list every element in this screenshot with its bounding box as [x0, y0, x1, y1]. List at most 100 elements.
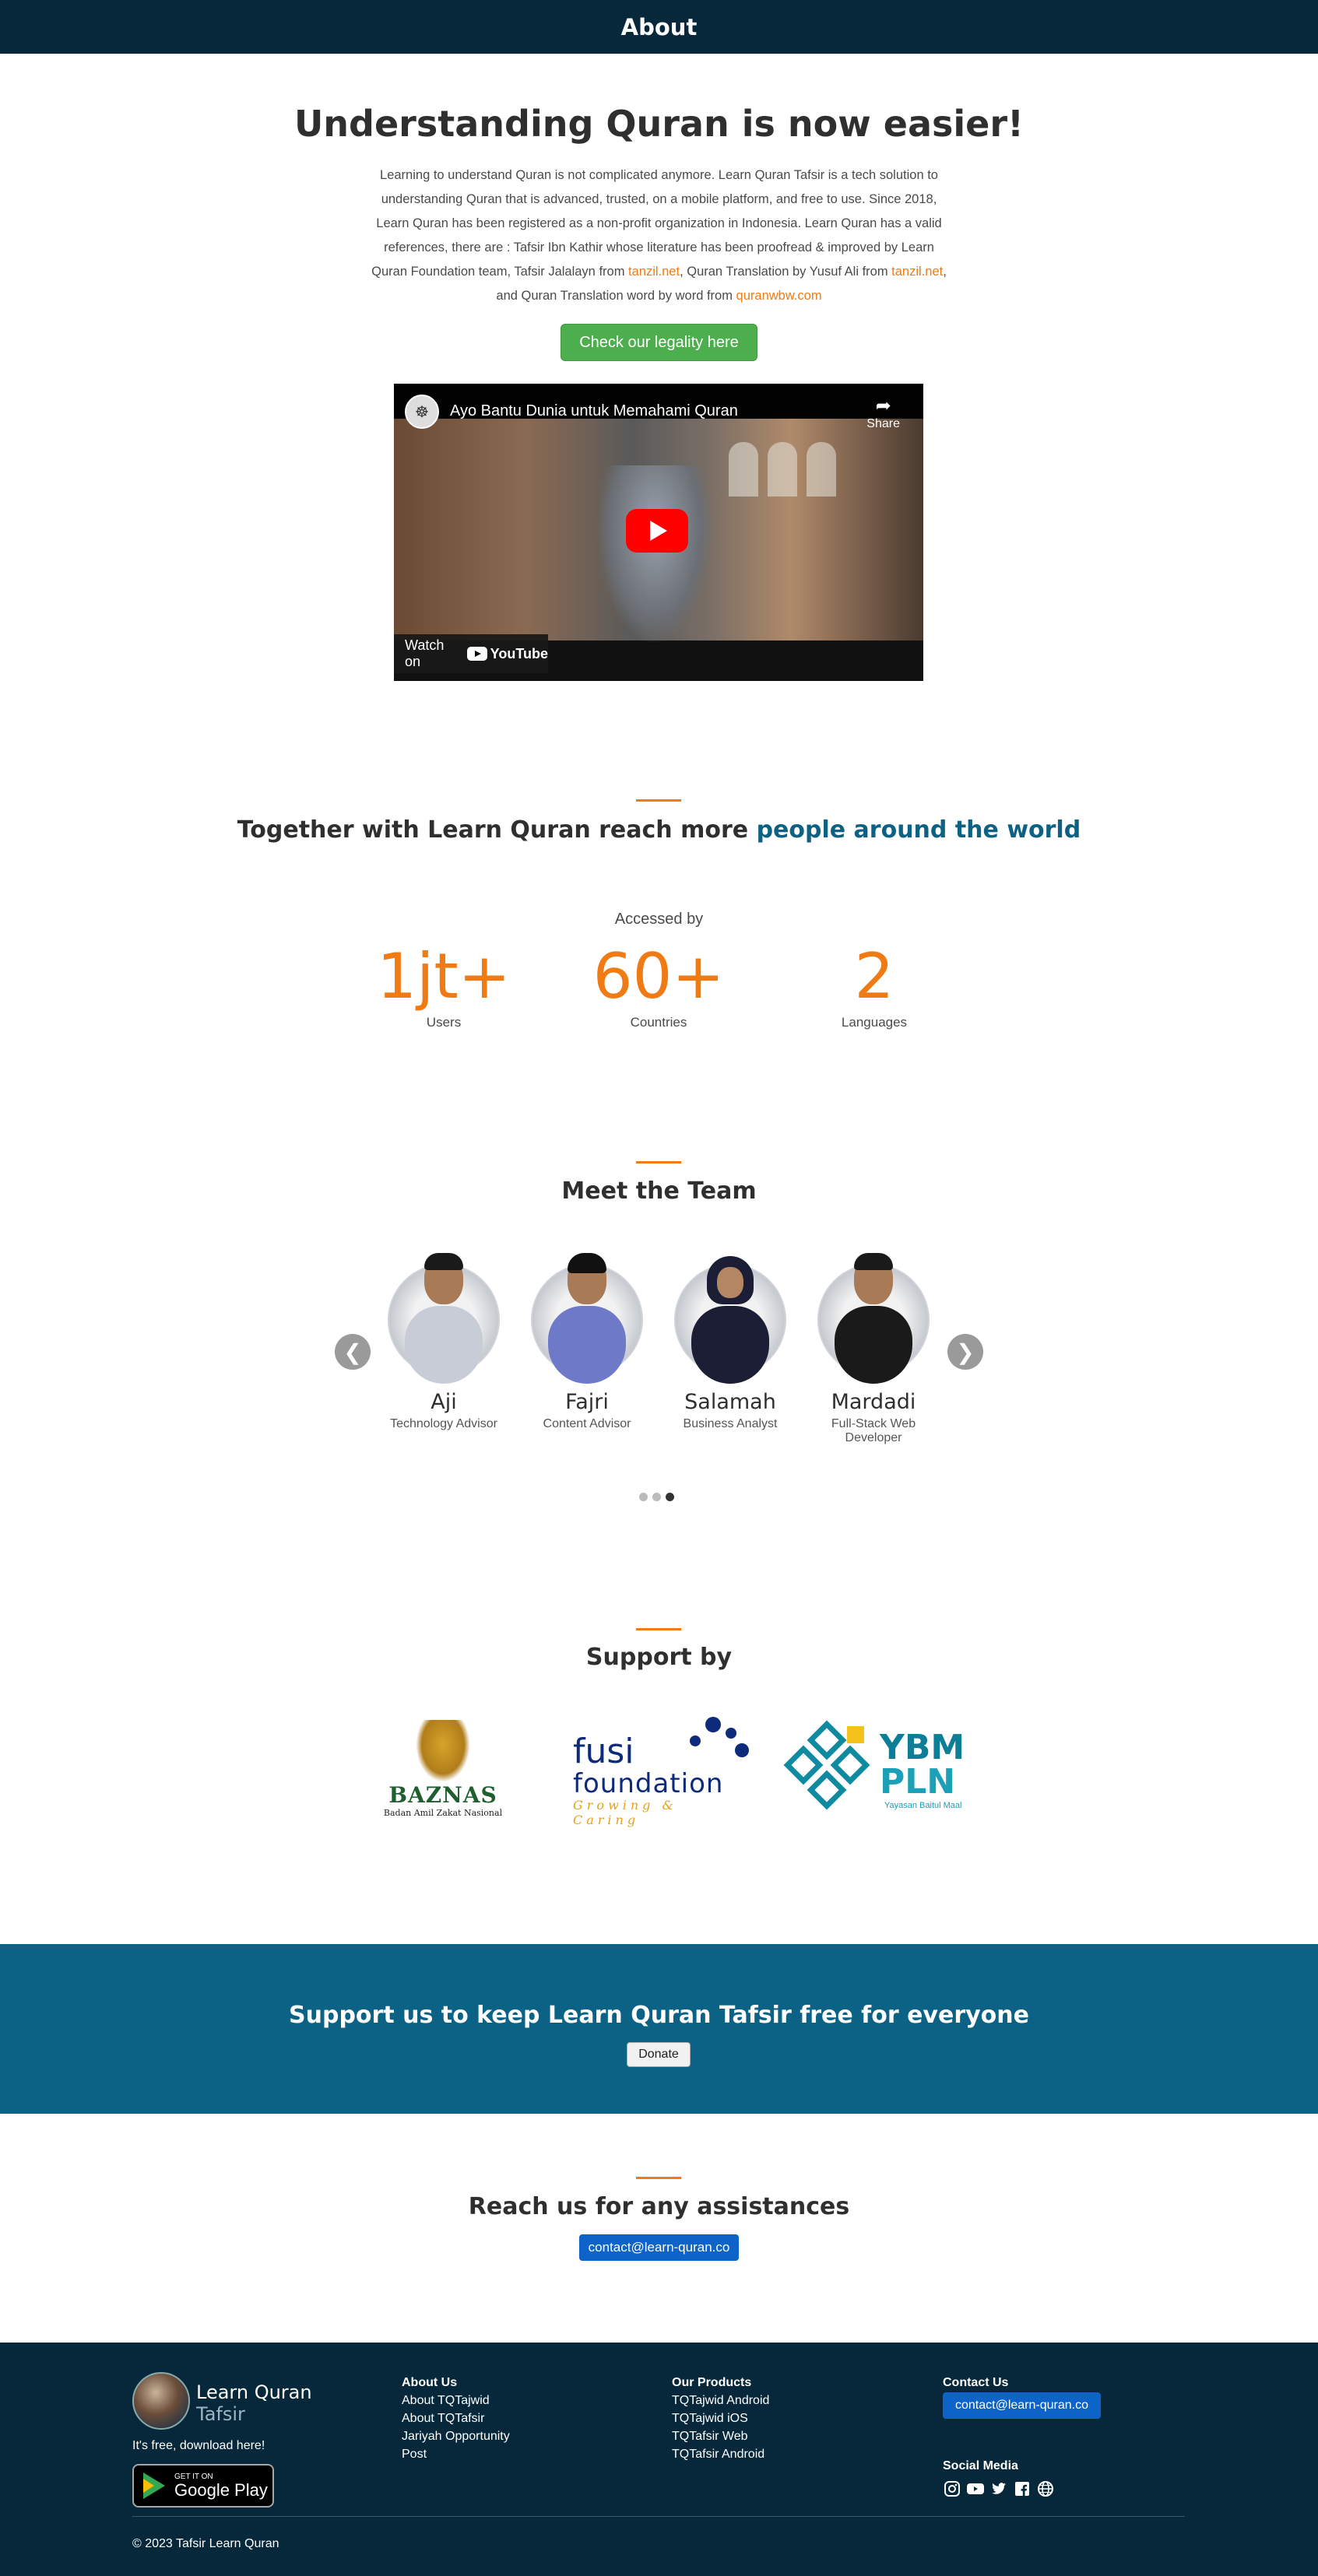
footer-link[interactable]: Jariyah Opportunity	[402, 2427, 510, 2445]
channel-avatar-icon[interactable]: ☸	[405, 395, 439, 429]
team-member-card[interactable]: Mardadi Full-Stack Web Developer	[803, 1248, 944, 1445]
carousel-dots	[639, 1493, 674, 1501]
brand-subname: Tafsir	[196, 2403, 245, 2425]
person-figure	[596, 465, 713, 644]
legality-button[interactable]: Check our legality here	[561, 324, 757, 361]
carousel-prev-button[interactable]: ❮	[335, 1334, 371, 1370]
member-name: Mardadi	[831, 1390, 916, 1414]
footer: Learn Quran Tafsir It's free, download h…	[0, 2343, 1318, 2576]
avatar	[531, 1248, 643, 1384]
team-title: Meet the Team	[561, 1177, 757, 1205]
avatar-hair	[854, 1253, 893, 1270]
video-title[interactable]: Ayo Bantu Dunia untuk Memahami Quran	[450, 402, 738, 420]
google-play-button[interactable]: GET IT ON Google Play	[132, 2464, 274, 2508]
section-divider	[636, 1161, 681, 1163]
ybm-subtitle: Yayasan Baitul Maal	[884, 1801, 962, 1810]
footer-link[interactable]: TQTafsir Android	[672, 2445, 769, 2463]
tanzil-link[interactable]: tanzil.net	[628, 265, 680, 279]
footer-link[interactable]: About TQTajwid	[402, 2392, 510, 2409]
watch-on-youtube-button[interactable]: Watch on YouTube	[394, 634, 548, 673]
watch-on-label: Watch on	[405, 637, 445, 669]
share-label: Share	[866, 417, 900, 430]
carousel-dot[interactable]	[652, 1493, 661, 1501]
footer-products-column: Our Products TQTajwid Android TQTajwid i…	[672, 2374, 769, 2463]
donate-button[interactable]: Donate	[627, 2042, 691, 2067]
footer-email-button[interactable]: contact@learn-quran.co	[943, 2392, 1101, 2419]
social-icons	[943, 2479, 1055, 2498]
donate-banner-title: Support us to keep Learn Quran Tafsir fr…	[289, 2002, 1029, 2029]
footer-link[interactable]: TQTafsir Web	[672, 2427, 769, 2445]
play-button-icon[interactable]	[626, 509, 688, 553]
stat-value: 1jt+	[377, 940, 511, 1013]
footer-link[interactable]: About TQTafsir	[402, 2409, 510, 2427]
member-name: Fajri	[565, 1390, 609, 1414]
avatar	[388, 1248, 500, 1384]
section-divider	[636, 1628, 681, 1630]
globe-icon[interactable]	[1036, 2479, 1055, 2498]
accessed-label: Accessed by	[614, 911, 704, 928]
reach-title-prefix: Together with Learn Quran reach more	[237, 816, 757, 844]
support-title: Support by	[585, 1644, 733, 1671]
footer-link[interactable]: TQTajwid Android	[672, 2392, 769, 2409]
hero-text-part: , Quran Translation by Yusuf Ali from	[680, 265, 892, 279]
learn-quran-logo-icon[interactable]	[132, 2372, 190, 2430]
youtube-label: YouTube	[490, 645, 548, 662]
footer-contact-column: Contact Us	[943, 2374, 1008, 2392]
footer-heading: Contact Us	[943, 2376, 1009, 2389]
facebook-icon[interactable]	[1013, 2479, 1032, 2498]
garuda-emblem-icon	[416, 1720, 470, 1782]
video-player[interactable]: ☸ Ayo Bantu Dunia untuk Memahami Quran ➦…	[394, 384, 923, 681]
member-role: Technology Advisor	[390, 1417, 497, 1430]
molecule-dot	[726, 1728, 736, 1739]
hero-title: Understanding Quran is now easier!	[293, 103, 1025, 145]
footer-link[interactable]: TQTajwid iOS	[672, 2409, 769, 2427]
tanzil-link[interactable]: tanzil.net	[891, 265, 943, 279]
youtube-icon	[466, 647, 487, 661]
page-title: About	[620, 13, 698, 40]
gplay-big-label: Google Play	[174, 2479, 268, 2500]
ybm-pln-logo: YBM PLN Yayasan Baitul Maal	[783, 1712, 965, 1821]
stat-label: Countries	[630, 1015, 687, 1030]
gplay-small-label: GET IT ON	[174, 2472, 213, 2481]
instagram-icon[interactable]	[943, 2479, 961, 2498]
google-play-icon	[142, 2472, 167, 2499]
hero-text-part: Learning to understand Quran is not comp…	[371, 168, 942, 279]
stat-users: 1jt+ Users	[343, 942, 545, 1030]
contact-email-button[interactable]: contact@learn-quran.co	[579, 2234, 739, 2261]
member-role: Full-Stack Web Developer	[831, 1417, 916, 1444]
yellow-square	[847, 1726, 864, 1743]
carousel-next-button[interactable]: ❯	[947, 1334, 983, 1370]
avatar-body	[835, 1306, 912, 1384]
molecule-dot	[705, 1717, 721, 1732]
stat-languages: 2 Languages	[773, 942, 975, 1030]
stat-label: Users	[426, 1015, 462, 1030]
carousel-dot-active[interactable]	[666, 1493, 674, 1501]
molecule-dot	[690, 1735, 701, 1746]
youtube-icon[interactable]	[966, 2479, 985, 2498]
ybm-mark-icon	[783, 1720, 870, 1810]
top-bar: About	[0, 0, 1318, 54]
assist-title: Reach us for any assistances	[468, 2193, 850, 2220]
quranwbw-link[interactable]: quranwbw.com	[736, 289, 822, 303]
footer-about-column: About Us About TQTajwid About TQTafsir J…	[402, 2374, 510, 2463]
download-text: It's free, download here!	[132, 2439, 265, 2452]
baznas-wordmark: BAZNAS	[388, 1782, 497, 1808]
baznas-subtitle: Badan Amil Zakat Nasional	[383, 1808, 503, 1818]
member-role: Content Advisor	[543, 1417, 631, 1430]
section-divider	[636, 2177, 681, 2179]
team-member-card[interactable]: Salamah Business Analyst	[660, 1248, 800, 1431]
avatar	[674, 1248, 786, 1384]
twitter-icon[interactable]	[989, 2479, 1008, 2498]
carousel-dot[interactable]	[639, 1493, 648, 1501]
team-member-card[interactable]: Fajri Content Advisor	[517, 1248, 657, 1431]
window-shape	[729, 442, 758, 497]
footer-divider	[132, 2516, 1185, 2517]
reach-title-highlight: people around the world	[756, 816, 1081, 844]
avatar-body	[691, 1306, 769, 1384]
team-member-card[interactable]: Aji Technology Advisor	[374, 1248, 514, 1431]
share-button[interactable]: ➦ Share	[866, 395, 900, 431]
window-shape	[807, 442, 836, 497]
footer-link[interactable]: Post	[402, 2445, 510, 2463]
avatar-face	[717, 1267, 743, 1298]
avatar-body	[548, 1306, 626, 1384]
